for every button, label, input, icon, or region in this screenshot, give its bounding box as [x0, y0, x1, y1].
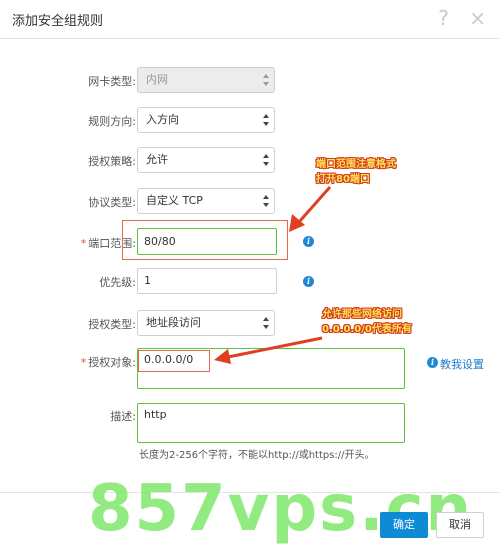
port-arrow [289, 186, 332, 232]
annotation-arrows [214, 186, 332, 364]
confirm-button[interactable]: 确定 [380, 512, 428, 538]
cancel-button[interactable]: 取消 [436, 512, 484, 538]
object-arrow [214, 336, 323, 364]
